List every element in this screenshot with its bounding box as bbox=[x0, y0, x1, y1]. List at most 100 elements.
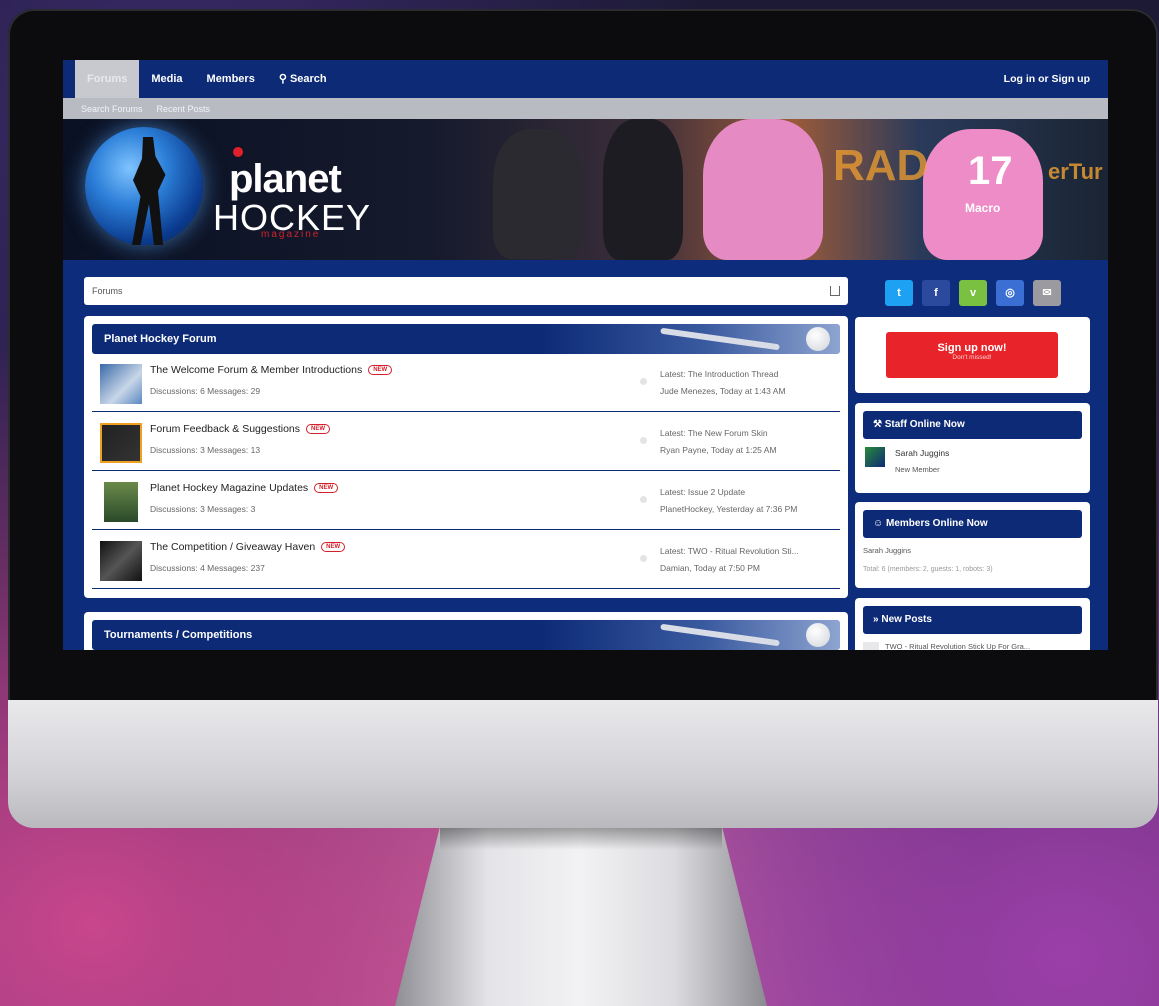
forum-title-row: Planet Hockey Magazine Updates NEW bbox=[150, 482, 339, 494]
tab-forums[interactable]: Forums bbox=[75, 60, 140, 98]
wrench-icon: ⚒ bbox=[873, 419, 882, 430]
tab-media[interactable]: Media bbox=[139, 60, 194, 98]
forum-category-box: Tournaments / Competitions bbox=[84, 612, 848, 650]
monitor-stand bbox=[395, 828, 767, 1006]
facebook-icon[interactable]: f bbox=[922, 280, 950, 306]
forum-stats: Discussions: 6 Messages: 29 bbox=[150, 386, 261, 396]
hockey-ball-graphic bbox=[806, 623, 830, 647]
jersey-brand: Macro bbox=[965, 201, 1001, 215]
read-status-icon bbox=[640, 437, 647, 444]
social-links: t f v ◎ ✉ bbox=[885, 280, 1061, 306]
online-total: Total: 6 (members: 2, guests: 1, robots:… bbox=[863, 566, 993, 573]
latest-thread-link[interactable]: Latest: The New Forum Skin bbox=[660, 425, 777, 442]
online-member-name[interactable]: Sarah Juggins bbox=[863, 546, 911, 555]
category-header[interactable]: Tournaments / Competitions bbox=[92, 620, 840, 650]
mail-icon[interactable]: ✉ bbox=[1033, 280, 1061, 306]
staff-name[interactable]: Sarah Juggins bbox=[895, 448, 949, 458]
read-status-icon bbox=[640, 555, 647, 562]
forum-thumbnail bbox=[100, 423, 142, 463]
read-status-icon bbox=[640, 378, 647, 385]
category-title[interactable]: Tournaments / Competitions bbox=[104, 629, 252, 641]
new-badge: NEW bbox=[368, 365, 393, 376]
forum-title[interactable]: Forum Feedback & Suggestions bbox=[150, 423, 300, 435]
login-signup-link[interactable]: Log in or Sign up bbox=[1004, 73, 1108, 85]
breadcrumb[interactable]: Forums bbox=[84, 277, 848, 305]
latest-post: Latest: Issue 2 Update PlanetHockey, Yes… bbox=[660, 484, 797, 518]
search-forums-link[interactable]: Search Forums bbox=[81, 104, 143, 114]
recent-posts-link[interactable]: Recent Posts bbox=[157, 104, 211, 114]
category-header[interactable]: Planet Hockey Forum bbox=[92, 324, 840, 354]
vimeo-icon[interactable]: v bbox=[959, 280, 987, 306]
search-icon: ⚲ bbox=[278, 73, 287, 85]
latest-author[interactable]: PlanetHockey, Yesterday at 7:36 PM bbox=[660, 501, 797, 518]
forum-node[interactable]: The Welcome Forum & Member Introductions… bbox=[92, 354, 840, 412]
forum-node[interactable]: The Competition / Giveaway Haven NEW Disc… bbox=[92, 531, 840, 589]
latest-author[interactable]: Ryan Payne, Today at 1:25 AM bbox=[660, 442, 777, 459]
banner-ad-text: RAD bbox=[833, 141, 929, 190]
hockey-ball-graphic bbox=[806, 327, 830, 351]
forum-title[interactable]: The Competition / Giveaway Haven bbox=[150, 541, 315, 553]
latest-thread-link[interactable]: Latest: The Introduction Thread bbox=[660, 366, 786, 383]
latest-thread-link[interactable]: Latest: TWO - Ritual Revolution Sti... bbox=[660, 543, 799, 560]
screen: Forums Media Members ⚲ Search Log in or … bbox=[63, 60, 1108, 650]
new-posts-header: » New Posts bbox=[863, 606, 1082, 634]
forum-title-row: The Welcome Forum & Member Introductions… bbox=[150, 364, 393, 376]
hockey-stick-graphic bbox=[660, 623, 780, 647]
new-posts-title: New Posts bbox=[881, 614, 932, 625]
player-figure bbox=[703, 119, 823, 260]
members-online-header: ☺ Members Online Now bbox=[863, 510, 1082, 538]
staff-online-header: ⚒ Staff Online Now bbox=[863, 411, 1082, 439]
forum-title-row: Forum Feedback & Suggestions NEW bbox=[150, 423, 330, 435]
read-status-icon bbox=[640, 496, 647, 503]
new-badge: NEW bbox=[314, 483, 339, 494]
top-navigation: Forums Media Members ⚲ Search Log in or … bbox=[63, 60, 1108, 98]
signup-sublabel: Don't missed! bbox=[952, 354, 992, 361]
chevron-right-icon: » bbox=[873, 614, 879, 625]
forum-node[interactable]: Planet Hockey Magazine Updates NEW Discus… bbox=[92, 472, 840, 530]
tab-search[interactable]: ⚲ Search bbox=[267, 60, 339, 98]
staff-online-box: ⚒ Staff Online Now Sarah Juggins New Mem… bbox=[855, 403, 1090, 493]
logo-magazine-text: magazine bbox=[261, 229, 321, 240]
forum-title-row: The Competition / Giveaway Haven NEW bbox=[150, 541, 346, 553]
latest-author[interactable]: Damian, Today at 7:50 PM bbox=[660, 560, 799, 577]
forum-stats: Discussions: 3 Messages: 3 bbox=[150, 504, 256, 514]
avatar[interactable] bbox=[865, 447, 885, 467]
members-online-title: Members Online Now bbox=[886, 518, 988, 529]
forum-stats: Discussions: 4 Messages: 237 bbox=[150, 563, 265, 573]
sitemap-icon[interactable] bbox=[830, 286, 840, 296]
logo-dot bbox=[233, 147, 243, 157]
new-badge: NEW bbox=[321, 542, 346, 553]
new-badge: NEW bbox=[306, 424, 330, 435]
latest-thread-link[interactable]: Latest: Issue 2 Update bbox=[660, 484, 797, 501]
latest-post: Latest: The New Forum Skin Ryan Payne, T… bbox=[660, 425, 777, 459]
instagram-icon[interactable]: ◎ bbox=[996, 280, 1024, 306]
category-title[interactable]: Planet Hockey Forum bbox=[104, 333, 216, 345]
latest-author[interactable]: Jude Menezes, Today at 1:43 AM bbox=[660, 383, 786, 400]
latest-post: Latest: TWO - Ritual Revolution Sti... D… bbox=[660, 543, 799, 577]
post-avatar bbox=[863, 642, 879, 650]
stand-shadow bbox=[440, 828, 722, 850]
forum-stats: Discussions: 3 Messages: 13 bbox=[150, 445, 261, 455]
forum-node[interactable]: Forum Feedback & Suggestions NEW Discussi… bbox=[92, 413, 840, 471]
breadcrumb-forums[interactable]: Forums bbox=[92, 286, 123, 296]
new-posts-box: » New Posts TWO - Ritual Revolution Stic… bbox=[855, 598, 1090, 650]
jersey-number: 17 bbox=[968, 149, 1013, 193]
signup-box: Sign up now! Don't missed! bbox=[855, 317, 1090, 393]
signup-button[interactable]: Sign up now! Don't missed! bbox=[886, 332, 1058, 378]
site-banner[interactable]: planet HOCKEY magazine RAD erTur 17 Macr… bbox=[63, 119, 1108, 260]
twitter-icon[interactable]: t bbox=[885, 280, 913, 306]
hockey-stick-graphic bbox=[660, 327, 780, 351]
forum-title[interactable]: The Welcome Forum & Member Introductions bbox=[150, 364, 362, 376]
tab-members[interactable]: Members bbox=[195, 60, 267, 98]
player-figure bbox=[493, 129, 583, 259]
forum-title[interactable]: Planet Hockey Magazine Updates bbox=[150, 482, 308, 494]
sub-navigation: Search Forums Recent Posts bbox=[63, 98, 1108, 119]
monitor-chin bbox=[8, 700, 1158, 828]
members-online-box: ☺ Members Online Now Sarah Juggins Total… bbox=[855, 502, 1090, 588]
staff-role: New Member bbox=[895, 465, 940, 474]
staff-online-title: Staff Online Now bbox=[884, 419, 965, 430]
forum-thumbnail bbox=[104, 482, 138, 522]
users-icon: ☺ bbox=[873, 518, 884, 529]
new-post-link[interactable]: TWO - Ritual Revolution Stick Up For Gra… bbox=[885, 642, 1030, 650]
forum-thumbnail bbox=[100, 541, 142, 581]
